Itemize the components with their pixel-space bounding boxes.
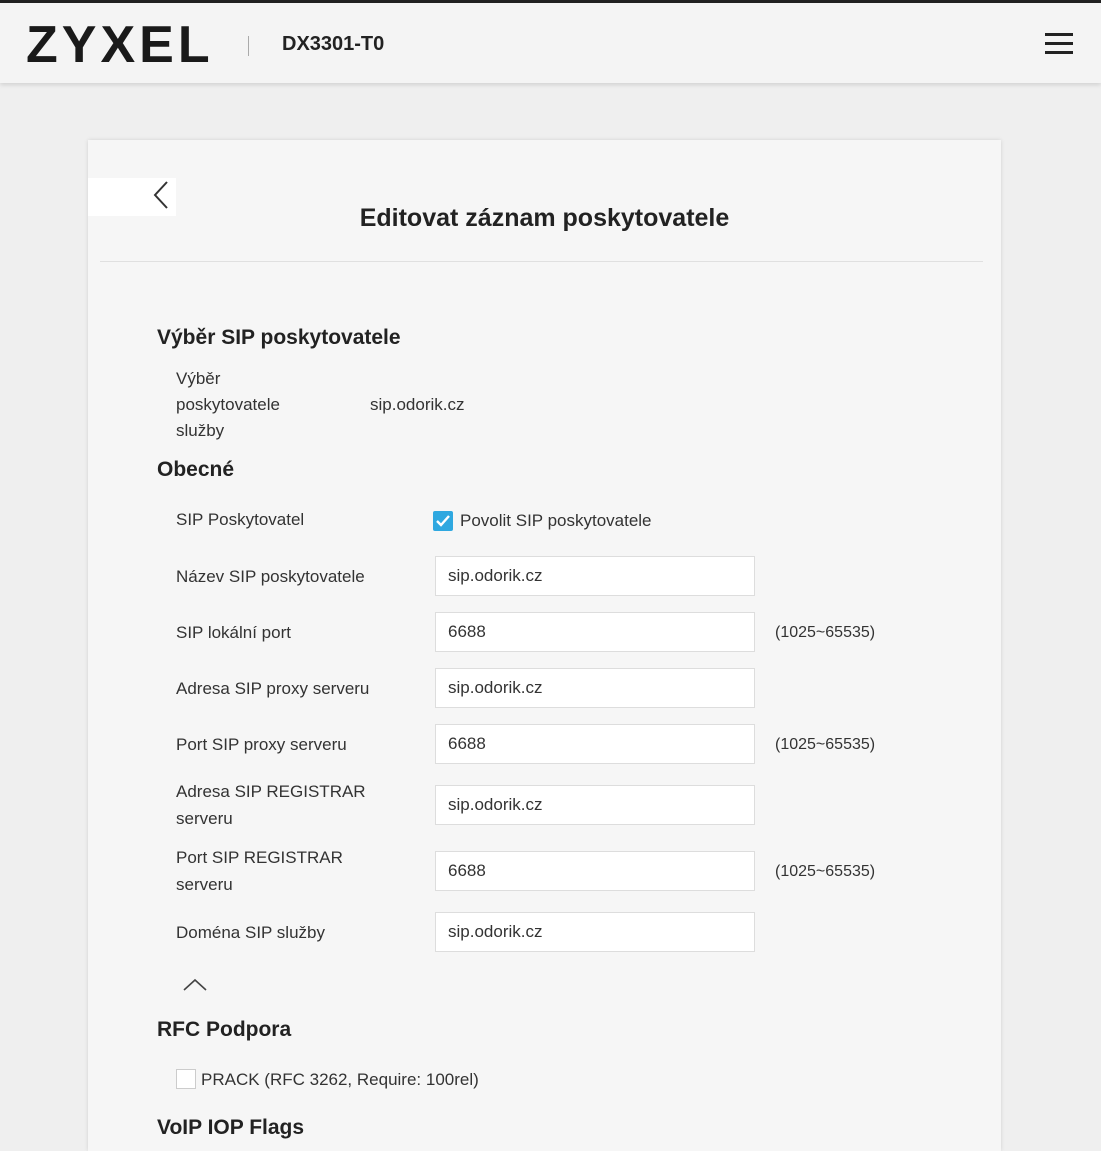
enable-sip-provider-label[interactable]: Povolit SIP poskytovatele — [460, 511, 652, 531]
provider-selection-label-line1: Výběr — [176, 369, 221, 388]
provider-selection-value: sip.odorik.cz — [370, 395, 465, 414]
field-label-registrar-port-line1: Port SIP REGISTRAR — [176, 848, 343, 867]
device-model: DX3301-T0 — [282, 33, 385, 55]
field-label-registrar-address-line1: Adresa SIP REGISTRAR — [176, 782, 366, 801]
enable-sip-provider-checkbox[interactable] — [433, 511, 453, 531]
top-header: ZYXEL DX3301-T0 — [0, 3, 1101, 83]
field-label-proxy-address: Adresa SIP proxy serveru — [176, 679, 370, 698]
provider-selection-label-line3: služby — [176, 421, 225, 440]
sip-provider-label: SIP Poskytovatel — [176, 510, 305, 529]
section-heading-rfc: RFC Podpora — [157, 1018, 292, 1041]
checkmark-icon — [436, 515, 450, 527]
registrar-port-input[interactable] — [435, 851, 755, 891]
proxy-port-range-hint: (1025~65535) — [775, 736, 876, 753]
chevron-up-icon[interactable] — [182, 978, 208, 992]
field-label-registrar-address-line2: serveru — [176, 809, 233, 828]
edit-provider-card: Editovat záznam poskytovatele Výběr SIP … — [88, 140, 1001, 1151]
section-heading-general: Obecné — [157, 458, 235, 481]
hamburger-menu-icon[interactable] — [1045, 33, 1073, 57]
service-domain-input[interactable] — [435, 912, 755, 952]
field-label-proxy-port: Port SIP proxy serveru — [176, 735, 347, 754]
field-label-registrar-port-line2: serveru — [176, 875, 233, 894]
section-heading-provider-selection: Výběr SIP poskytovatele — [157, 326, 401, 349]
field-label-service-domain: Doména SIP služby — [176, 923, 325, 942]
proxy-port-input[interactable] — [435, 724, 755, 764]
section-heading-voip-iop: VoIP IOP Flags — [157, 1116, 305, 1139]
provider-selection-label-line2: poskytovatele — [176, 395, 280, 414]
prack-checkbox[interactable] — [176, 1069, 196, 1089]
zyxel-logo: ZYXEL — [26, 16, 214, 74]
local-port-range-hint: (1025~65535) — [775, 624, 876, 641]
registrar-address-input[interactable] — [435, 785, 755, 825]
local-port-input[interactable] — [435, 612, 755, 652]
header-divider — [248, 36, 249, 56]
registrar-port-range-hint: (1025~65535) — [775, 863, 876, 880]
field-label-local-port: SIP lokální port — [176, 623, 291, 642]
page-title: Editovat záznam poskytovatele — [359, 204, 730, 232]
prack-label[interactable]: PRACK (RFC 3262, Require: 100rel) — [201, 1070, 479, 1090]
field-label-provider-name: Název SIP poskytovatele — [176, 567, 365, 586]
provider-name-input[interactable] — [435, 556, 755, 596]
title-divider — [100, 261, 983, 262]
proxy-address-input[interactable] — [435, 668, 755, 708]
